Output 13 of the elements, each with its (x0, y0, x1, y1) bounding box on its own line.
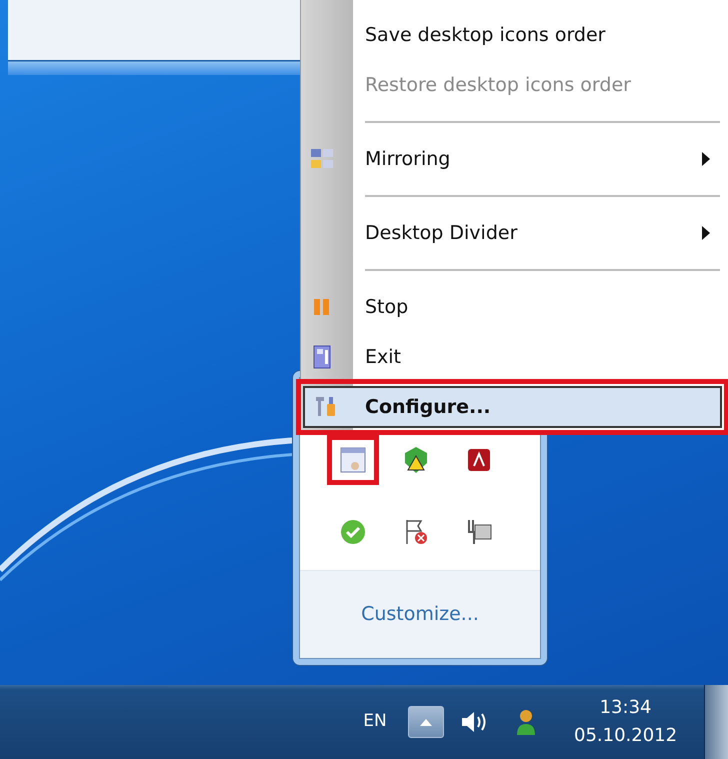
show-desktop-button[interactable] (704, 685, 728, 759)
menu-item[interactable]: Mirroring (301, 134, 728, 184)
caret-up-icon (420, 718, 432, 726)
language-indicator[interactable]: EN (350, 709, 400, 735)
menu-item[interactable]: Desktop Divider (301, 208, 728, 258)
user-icon[interactable] (516, 708, 536, 736)
customize-link[interactable]: Customize... (361, 600, 479, 629)
menu-item[interactable]: Stop (301, 282, 728, 332)
show-hidden-icons-button[interactable] (408, 706, 444, 738)
clock-time[interactable]: 13:34 (574, 694, 678, 722)
clock-date[interactable]: 05.10.2012 (574, 722, 678, 750)
menu-item[interactable]: Save desktop icons order (301, 10, 728, 60)
menu-item[interactable]: Exit (301, 332, 728, 382)
